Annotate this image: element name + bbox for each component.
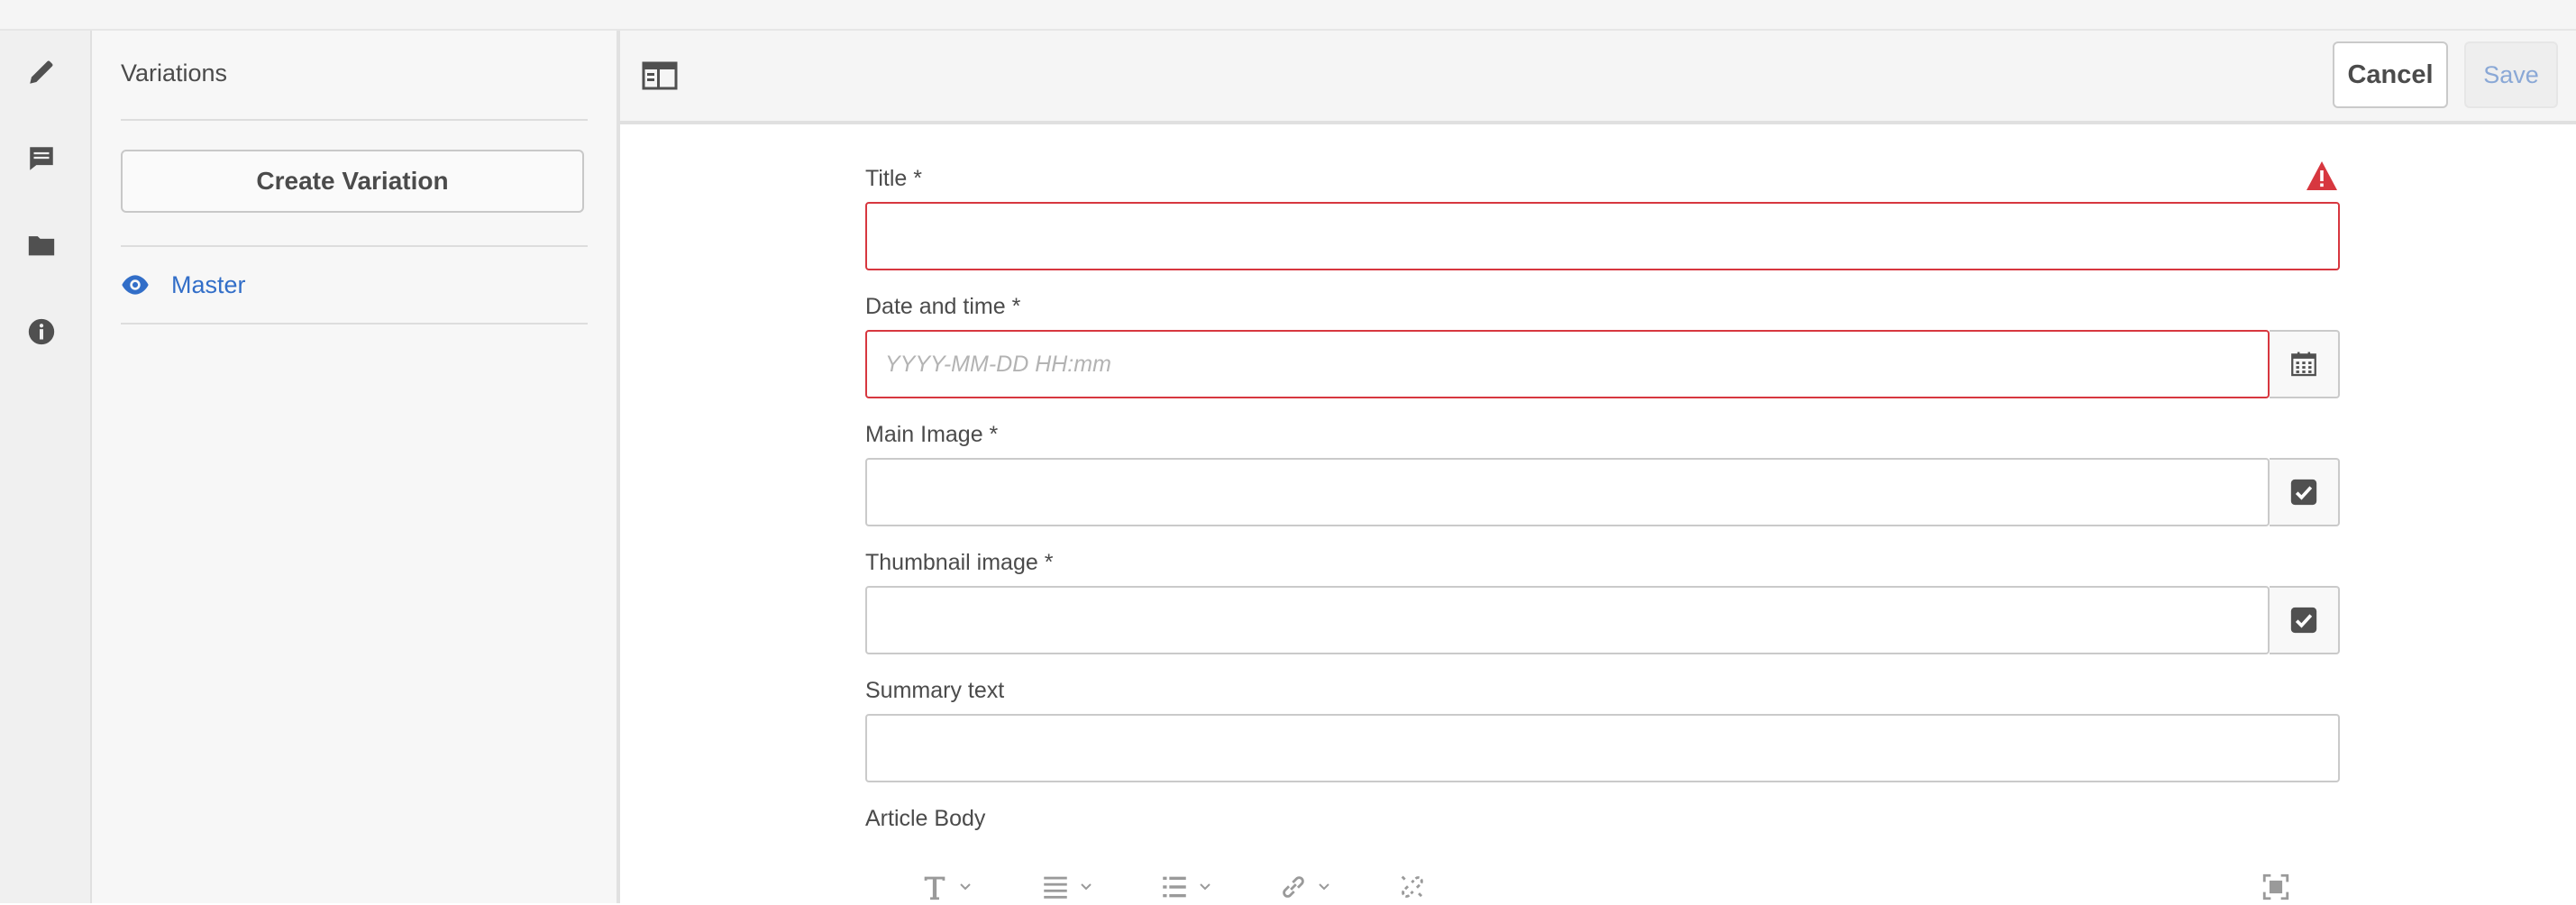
unlink-button[interactable] xyxy=(1397,869,1428,905)
main-image-field[interactable] xyxy=(865,458,2270,526)
top-bar xyxy=(0,0,2576,31)
thumbnail-field[interactable] xyxy=(865,586,2270,654)
thumbnail-label: Thumbnail image * xyxy=(865,550,1054,575)
pencil-icon xyxy=(30,60,53,84)
chevron-down-icon xyxy=(960,883,971,891)
title-field[interactable] xyxy=(865,202,2340,270)
title-input[interactable] xyxy=(867,204,2338,269)
justify-dropdown[interactable] xyxy=(1040,869,1092,905)
main-image-select-button[interactable] xyxy=(2270,458,2340,526)
date-input[interactable] xyxy=(867,332,2268,397)
align-icon xyxy=(1044,876,1067,899)
summary-label: Summary text xyxy=(865,678,1005,703)
panel-title: Variations xyxy=(121,59,228,87)
calendar-button[interactable] xyxy=(2270,330,2340,398)
text-format-icon xyxy=(924,876,945,900)
article-body-label: Article Body xyxy=(865,806,986,831)
comment-icon xyxy=(30,147,53,170)
calendar-icon xyxy=(2291,352,2316,377)
list-dropdown[interactable] xyxy=(1159,869,1211,905)
link-dropdown[interactable] xyxy=(1278,869,1330,905)
assets-rail-button[interactable] xyxy=(25,229,58,261)
checkbox-icon xyxy=(2290,479,2317,506)
edit-rail-button[interactable] xyxy=(25,56,58,88)
eye-icon xyxy=(122,275,149,295)
variation-label: Master xyxy=(171,270,246,298)
chevron-down-icon xyxy=(1081,883,1092,891)
date-field[interactable] xyxy=(865,330,2270,398)
link-icon xyxy=(1283,876,1304,898)
editor-toolbar: Cancel Save xyxy=(620,31,2576,124)
toggle-side-panel-icon[interactable] xyxy=(642,61,678,90)
info-icon xyxy=(28,318,55,345)
chevron-down-icon xyxy=(1200,883,1210,891)
cancel-button[interactable]: Cancel xyxy=(2333,41,2448,108)
thumbnail-input[interactable] xyxy=(867,588,2268,653)
fullscreen-icon xyxy=(2262,873,2289,900)
save-button[interactable]: Save xyxy=(2464,41,2558,108)
info-rail-button[interactable] xyxy=(25,315,58,348)
divider xyxy=(121,323,588,325)
variations-panel: Variations Create Variation Master xyxy=(92,31,620,903)
list-icon xyxy=(1163,876,1186,898)
annotations-rail-button[interactable] xyxy=(25,142,58,175)
divider xyxy=(121,245,588,247)
divider xyxy=(121,119,588,121)
chevron-down-icon xyxy=(1319,883,1329,891)
folder-icon xyxy=(28,236,55,256)
create-variation-button[interactable]: Create Variation xyxy=(121,150,584,213)
format-dropdown[interactable] xyxy=(919,869,972,905)
main-image-label: Main Image * xyxy=(865,422,999,447)
date-label: Date and time * xyxy=(865,294,1021,319)
title-label: Title * xyxy=(865,166,922,191)
fullscreen-button[interactable] xyxy=(2261,869,2291,905)
summary-field[interactable] xyxy=(865,714,2340,782)
checkbox-icon xyxy=(2290,607,2317,634)
summary-input[interactable] xyxy=(867,716,2338,781)
main-image-input[interactable] xyxy=(867,460,2268,525)
variation-item-master[interactable]: Master xyxy=(121,267,246,303)
side-rail xyxy=(0,31,92,903)
thumbnail-select-button[interactable] xyxy=(2270,586,2340,654)
unlink-icon xyxy=(1401,875,1424,899)
alert-icon xyxy=(2307,161,2337,190)
